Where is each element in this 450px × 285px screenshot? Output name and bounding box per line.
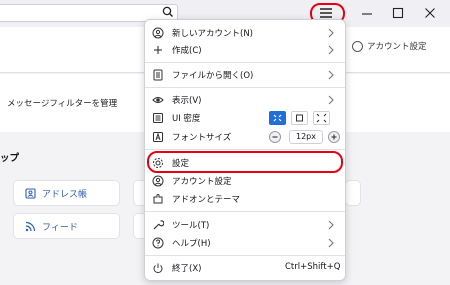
power-icon [153, 263, 163, 274]
account-settings-label: アカウント設定 [367, 42, 427, 52]
chevron-right-icon [328, 70, 334, 80]
card-partial[interactable] [346, 181, 360, 205]
card-label: アドレス帳 [42, 189, 88, 200]
menu-item-label: UI 密度 [172, 114, 201, 124]
density-compact-icon [273, 114, 282, 122]
account-icon [352, 40, 363, 52]
wrench-icon [153, 220, 164, 230]
manage-filters-link[interactable]: メッセージフィルターを管理 [7, 97, 117, 109]
menu-item-label: 表示(V) [172, 96, 202, 106]
menu-item-addons-themes[interactable]: アドオンとテーマ [145, 190, 345, 208]
menu-separator [145, 211, 345, 212]
account-icon [152, 175, 164, 187]
shortcut-label: Ctrl+Shift+Q [285, 262, 341, 272]
menu-separator [145, 255, 345, 256]
menu-item-view[interactable]: 表示(V) [145, 91, 345, 109]
menu-separator [145, 87, 345, 88]
minimize-icon[interactable] [361, 8, 373, 20]
eye-icon [152, 97, 164, 103]
menu-item-label: アドオンとテーマ [172, 195, 241, 205]
menu-item-create[interactable]: 作成(C) [145, 41, 345, 59]
plus-icon [331, 134, 337, 140]
plus-icon [154, 46, 162, 54]
menu-item-label: ヘルプ(H) [172, 239, 211, 249]
menu-item-label: 新しいアカウント(N) [172, 29, 253, 39]
menu-item-label: ファイルから開く(O) [172, 71, 254, 81]
density-normal-button[interactable] [291, 111, 308, 125]
account-settings-link[interactable]: アカウント設定 [352, 40, 427, 52]
density-touch-button[interactable] [313, 111, 330, 125]
help-icon [152, 237, 164, 249]
maximize-icon[interactable] [392, 7, 404, 19]
density-icon [153, 113, 163, 123]
menu-item-label: フォントサイズ [172, 133, 232, 143]
menu-separator [145, 149, 345, 150]
menu-item-quit[interactable]: 終了(X) Ctrl+Shift+Q [145, 259, 345, 277]
settings-highlight [147, 151, 343, 173]
menu-item-account-settings[interactable]: アカウント設定 [145, 172, 345, 190]
menu-item-label: ツール(T) [172, 221, 210, 231]
density-touch-icon [316, 113, 327, 123]
app-menu-panel: 新しいアカウント(N) 作成(C) ファイルから開く(O) 表示(V) UI 密… [144, 19, 346, 281]
chevron-right-icon [328, 28, 334, 38]
menu-item-font-size: フォントサイズ 12px [145, 128, 345, 146]
rss-icon [25, 221, 36, 231]
font-size-icon [153, 132, 163, 142]
address-book-card[interactable]: アドレス帳 [14, 181, 119, 205]
minus-icon [272, 136, 278, 138]
chevron-right-icon [328, 95, 334, 105]
file-icon [153, 69, 163, 81]
menu-separator [145, 62, 345, 63]
menu-item-new-account[interactable]: 新しいアカウント(N) [145, 24, 345, 42]
menu-item-help[interactable]: ヘルプ(H) [145, 234, 345, 252]
font-size-decrease-button[interactable] [269, 131, 281, 143]
density-compact-button[interactable] [269, 111, 286, 125]
chevron-right-icon [328, 45, 334, 55]
font-size-value: 12px [289, 130, 323, 144]
menu-item-label: 作成(C) [172, 46, 202, 56]
chevron-right-icon [328, 238, 334, 248]
address-book-icon [25, 187, 36, 199]
feed-card[interactable]: フィード [14, 214, 119, 238]
chevron-right-icon [328, 220, 334, 230]
account-add-icon [152, 27, 164, 39]
puzzle-icon [153, 194, 163, 204]
menu-item-tools[interactable]: ツール(T) [145, 216, 345, 234]
section-title: ップ [0, 153, 20, 164]
menu-item-ui-density: UI 密度 [145, 109, 345, 127]
font-size-increase-button[interactable] [328, 131, 340, 143]
card-label: フィード [42, 222, 78, 233]
menu-item-label: 終了(X) [172, 264, 202, 274]
search-icon[interactable] [161, 5, 175, 19]
density-normal-icon [296, 114, 303, 122]
menu-item-open-file[interactable]: ファイルから開く(O) [145, 66, 345, 84]
close-icon[interactable] [424, 7, 436, 19]
menu-item-label: アカウント設定 [172, 177, 232, 187]
